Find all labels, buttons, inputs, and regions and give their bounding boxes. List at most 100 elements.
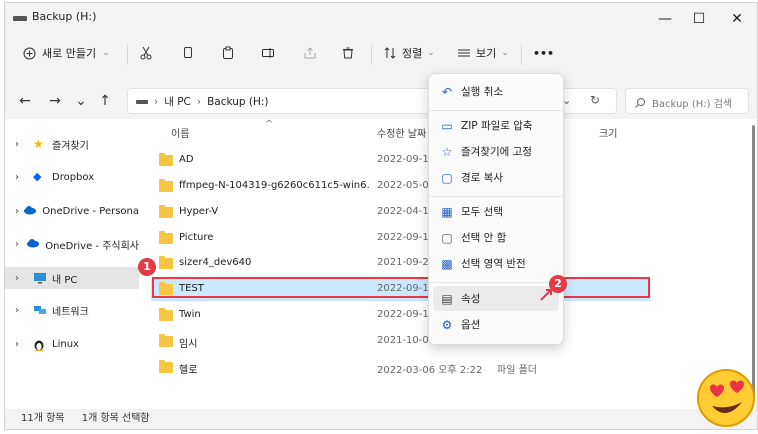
- menu-item-pin-favorites[interactable]: ☆ 즐겨찾기에 고정: [433, 139, 559, 164]
- sidebar-item-label: OneDrive - 주식회사: [45, 240, 139, 252]
- folder-icon: [159, 205, 173, 218]
- linux-icon: [33, 338, 47, 352]
- share-button[interactable]: [303, 37, 317, 69]
- back-arrow-icon[interactable]: ←: [15, 91, 35, 111]
- file-name: Picture: [179, 232, 214, 243]
- menu-item-invert-selection[interactable]: ▩ 선택 영역 반전: [433, 251, 559, 276]
- column-header-name[interactable]: 이름: [171, 125, 189, 140]
- copy-path-icon: ▢: [441, 170, 453, 185]
- chevron-down-icon[interactable]: ⌄: [71, 91, 91, 111]
- table-row[interactable]: Picture 2022-09-11: [151, 228, 651, 250]
- file-name: Hyper-V: [179, 206, 219, 217]
- sidebar-item-this-pc[interactable]: › 내 PC: [5, 267, 139, 289]
- table-row[interactable]: 임시 2021-10-03: [151, 331, 651, 353]
- folder-icon: [159, 256, 173, 269]
- chevron-right-icon: ›: [15, 138, 19, 150]
- sort-icon: [383, 46, 397, 60]
- navigation-pane: › ★ 즐겨찾기 › ◆ Dropbox › OneDrive - Person…: [5, 119, 139, 409]
- network-icon: [33, 304, 47, 316]
- sidebar-item-dropbox[interactable]: › ◆ Dropbox: [5, 166, 139, 188]
- properties-icon: ▤: [441, 291, 453, 306]
- menu-item-copy-path[interactable]: ▢ 경로 복사: [433, 165, 559, 190]
- file-date: 2022-04-12: [377, 206, 436, 217]
- search-input[interactable]: Backup (H:) 검색: [625, 88, 749, 114]
- rename-button[interactable]: [261, 37, 275, 69]
- sidebar-item-label: Linux: [52, 338, 79, 350]
- selection-highlight-box: [152, 277, 650, 298]
- vertical-scrollbar[interactable]: [752, 125, 755, 401]
- sort-button[interactable]: 정렬 ⌄: [383, 37, 435, 69]
- file-date: 2022-09-11: [377, 232, 436, 243]
- folder-icon: [159, 179, 173, 192]
- new-button[interactable]: 새로 만들기 ⌄: [23, 37, 110, 69]
- drive-icon: [136, 99, 148, 104]
- close-button[interactable]: ✕: [717, 6, 757, 32]
- file-name: AD: [179, 154, 194, 165]
- menu-divider: [429, 110, 563, 111]
- file-name: 헬로: [179, 365, 198, 376]
- zip-icon: ▭: [441, 118, 453, 133]
- menu-item-options[interactable]: ⚙ 옵션: [433, 312, 559, 337]
- table-row[interactable]: sizer4_dev640 2021-09-27: [151, 253, 651, 275]
- sidebar-item-onedrive-personal[interactable]: › OneDrive - Persona: [5, 200, 139, 222]
- select-none-icon: ▢: [441, 230, 453, 245]
- menu-item-select-none[interactable]: ▢ 선택 안 함: [433, 225, 559, 250]
- file-date: 2021-10-03: [377, 335, 436, 346]
- file-name: Twin: [179, 309, 201, 320]
- chevron-down-icon: ⌄: [427, 48, 435, 58]
- sidebar-item-label: 내 PC: [52, 274, 78, 286]
- item-count: 11개 항목: [21, 413, 65, 424]
- more-options-button[interactable]: •••: [533, 37, 554, 69]
- cloud-icon: [23, 205, 37, 217]
- table-row[interactable]: Hyper-V 2022-04-12: [151, 202, 651, 224]
- table-row[interactable]: Twin 2022-09-11: [151, 305, 651, 327]
- chevron-right-icon: ›: [15, 272, 19, 284]
- up-arrow-icon[interactable]: ↑: [95, 91, 115, 111]
- content-area: › ★ 즐겨찾기 › ◆ Dropbox › OneDrive - Person…: [5, 119, 757, 409]
- cut-button[interactable]: [139, 37, 153, 69]
- sidebar-item-label: 네트워크: [52, 306, 89, 318]
- menu-item-label: 선택 안 함: [461, 232, 507, 244]
- breadcrumb: › 내 PC › Backup (H:): [136, 94, 269, 109]
- chevron-right-icon: ›: [196, 95, 202, 108]
- sort-label: 정렬: [402, 47, 423, 60]
- sidebar-item-onedrive-company[interactable]: › OneDrive - 주식회사: [5, 233, 139, 255]
- breadcrumb-item[interactable]: 내 PC: [164, 94, 191, 109]
- sidebar-item-favorites[interactable]: › ★ 즐겨찾기: [5, 133, 139, 155]
- refresh-icon[interactable]: ↻: [590, 93, 600, 107]
- breadcrumb-item[interactable]: Backup (H:): [207, 96, 268, 108]
- view-icon: [457, 46, 471, 60]
- explorer-window: Backup (H:) — ☐ ✕ 새로 만들기 ⌄ 정렬 ⌄ 보기 ⌄ •••…: [4, 2, 758, 430]
- column-header-size[interactable]: 크기: [599, 125, 617, 140]
- paste-button[interactable]: [221, 37, 235, 69]
- column-header-date[interactable]: 수정한 날짜: [377, 125, 426, 140]
- table-row[interactable]: 헬로 2022-03-06 오후 2:22 파일 폴더: [151, 357, 651, 379]
- select-all-icon: ▦: [441, 204, 453, 219]
- sidebar-item-network[interactable]: › 네트워크: [5, 299, 139, 321]
- menu-item-label: 즐겨찾기에 고정: [461, 146, 532, 158]
- menu-item-zip[interactable]: ▭ ZIP 파일로 압축: [433, 113, 559, 138]
- forward-arrow-icon[interactable]: →: [45, 91, 65, 111]
- sidebar-item-linux[interactable]: › Linux: [5, 333, 139, 355]
- menu-item-undo[interactable]: ↶ 실행 취소: [433, 79, 559, 104]
- pc-icon: [33, 272, 47, 284]
- delete-button[interactable]: [341, 37, 355, 69]
- copy-button[interactable]: [181, 37, 195, 69]
- search-placeholder: Backup (H:) 검색: [652, 99, 733, 110]
- table-row[interactable]: ffmpeg-N-104319-g6260c611c5-win6... 2022…: [151, 176, 651, 198]
- drive-icon: [13, 16, 27, 21]
- window-title: Backup (H:): [32, 10, 97, 23]
- view-button[interactable]: 보기 ⌄: [457, 37, 509, 69]
- menu-item-select-all[interactable]: ▦ 모두 선택: [433, 199, 559, 224]
- scissors-icon: [139, 46, 153, 60]
- file-date: 2021-09-27: [377, 257, 436, 268]
- pointer-arrow-icon: [540, 286, 554, 305]
- toolbar-divider: [371, 45, 372, 65]
- trash-icon: [341, 46, 355, 60]
- table-row[interactable]: AD 2022-09-11: [151, 150, 651, 172]
- undo-icon: ↶: [441, 84, 453, 99]
- rename-icon: [261, 46, 275, 60]
- plus-circle-icon: [23, 47, 36, 60]
- maximize-button[interactable]: ☐: [679, 6, 719, 32]
- folder-icon: [159, 334, 173, 347]
